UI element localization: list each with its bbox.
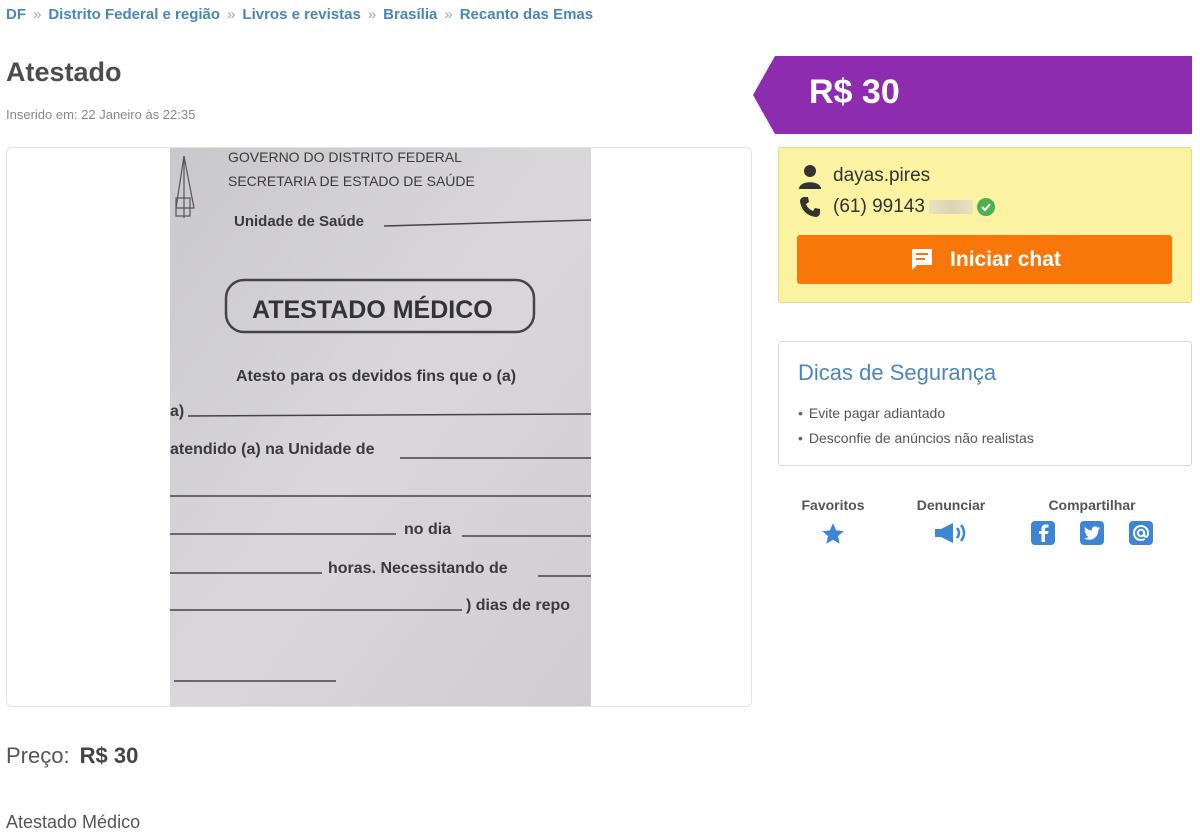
breadcrumb-df[interactable]: DF — [6, 6, 26, 23]
photo-heading: ATESTADO MÉDICO — [252, 295, 493, 324]
photo-text-2a: a) — [170, 403, 184, 420]
star-icon[interactable] — [820, 521, 846, 552]
favorites-action[interactable]: Favoritos — [801, 497, 865, 552]
user-icon — [797, 163, 823, 189]
seller-name-row: dayas.pires — [797, 163, 930, 189]
breadcrumb-separator: » — [33, 6, 42, 23]
safety-tips-title[interactable]: Dicas de Segurança — [798, 360, 996, 386]
safety-tips-box: Dicas de Segurança Evite pagar adiantado… — [778, 341, 1192, 466]
breadcrumb-separator: » — [444, 6, 453, 23]
photo-text-2: atendido (a) na Unidade de — [170, 441, 375, 458]
breadcrumb-recanto-das-emas[interactable]: Recanto das Emas — [460, 6, 593, 23]
phone-icon — [797, 194, 823, 220]
safety-tips-list: Evite pagar adiantado Desconfie de anúnc… — [798, 405, 1034, 455]
seller-username[interactable]: dayas.pires — [833, 165, 930, 187]
twitter-icon[interactable] — [1080, 521, 1104, 545]
facebook-icon[interactable] — [1031, 521, 1055, 545]
price-value: R$ 30 — [79, 743, 139, 768]
seller-phone-row: (61) 99143 — [797, 194, 995, 220]
start-chat-label: Iniciar chat — [950, 247, 1061, 271]
safety-tip: Evite pagar adiantado — [798, 405, 1034, 421]
report-action[interactable]: Denunciar — [915, 497, 987, 550]
email-icon[interactable] — [1129, 521, 1153, 545]
megaphone-icon[interactable] — [933, 521, 969, 550]
seller-box: dayas.pires (61) 99143 Iniciar chat — [778, 147, 1192, 303]
photo-gov-line: GOVERNO DO DISTRITO FEDERAL — [228, 149, 462, 165]
price-banner: R$ 30 — [753, 56, 1192, 134]
report-label: Denunciar — [916, 497, 986, 513]
favorites-label: Favoritos — [801, 497, 865, 513]
inserted-date: Inserido em: 22 Janeiro às 22:35 — [6, 107, 196, 122]
photo-text-4: horas. Necessitando de — [328, 560, 508, 577]
listing-photo[interactable]: GOVERNO DO DISTRITO FEDERAL SECRETARIA D… — [170, 148, 591, 707]
price-label: Preço: — [6, 743, 70, 768]
listing-title: Atestado — [6, 57, 122, 87]
chat-icon — [908, 247, 936, 273]
photo-sec-line: SECRETARIA DE ESTADO DE SAÚDE — [228, 173, 475, 189]
price-banner-text: R$ 30 — [809, 73, 900, 111]
share-label: Compartilhar — [1048, 497, 1136, 513]
breadcrumb-distrito-federal[interactable]: Distrito Federal e região — [48, 6, 220, 23]
photo-text-5: ) dias de repo — [466, 597, 570, 614]
breadcrumb-separator: » — [227, 6, 236, 23]
phone-hidden-digits — [928, 200, 973, 214]
breadcrumb: DF » Distrito Federal e região » Livros e re… — [6, 6, 593, 23]
breadcrumb-separator: » — [367, 6, 377, 23]
seller-phone[interactable]: (61) 99143 — [833, 196, 925, 218]
verified-check-icon — [976, 198, 995, 216]
breadcrumb-brasilia[interactable]: Brasília — [383, 6, 437, 23]
breadcrumb-livros-revistas[interactable]: Livros e revistas — [242, 6, 360, 23]
start-chat-button[interactable]: Iniciar chat — [797, 235, 1172, 284]
share-action: Compartilhar — [1030, 497, 1154, 545]
listing-image-box[interactable]: GOVERNO DO DISTRITO FEDERAL SECRETARIA D… — [6, 147, 752, 707]
listing-description: Atestado Médico — [6, 812, 141, 832]
safety-tip: Desconfie de anúncios não realistas — [798, 430, 1034, 446]
photo-unit-label: Unidade de Saúde — [234, 213, 364, 230]
photo-text-3: no dia — [404, 521, 451, 538]
photo-text-1: Atesto para os devidos fins que o (a) — [236, 368, 516, 385]
price-row: Preço: R$ 30 — [6, 743, 138, 769]
